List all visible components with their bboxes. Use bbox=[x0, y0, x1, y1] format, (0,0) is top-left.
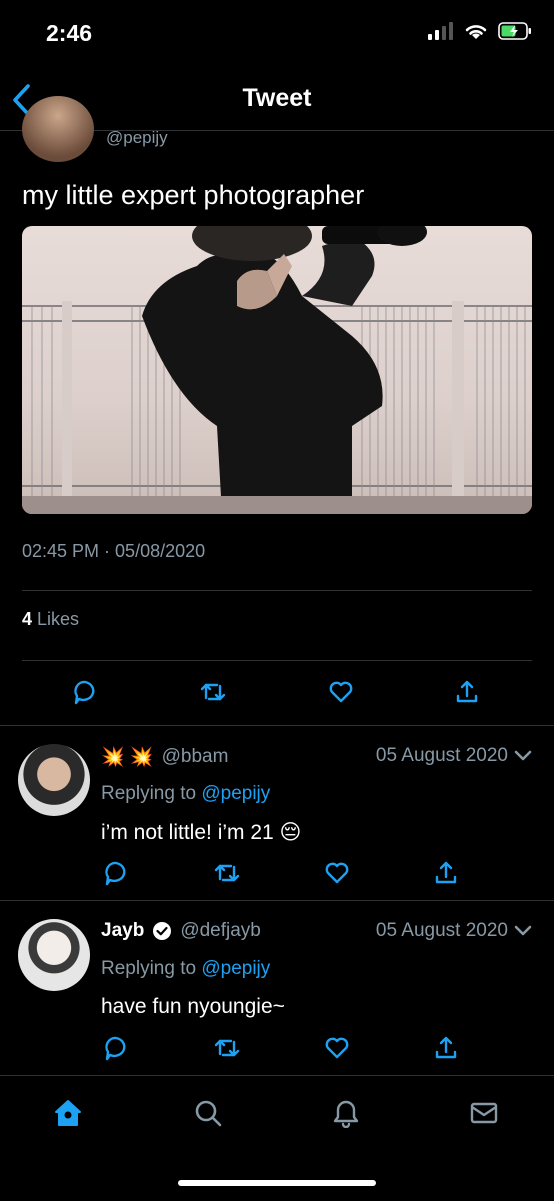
chevron-down-icon[interactable] bbox=[514, 925, 532, 937]
tab-notifications[interactable] bbox=[329, 1096, 363, 1130]
tweet-image[interactable] bbox=[22, 226, 532, 514]
search-icon bbox=[195, 1100, 222, 1127]
reply-item[interactable]: Jayb @defjayb 05 August 2020 Replying to… bbox=[0, 901, 554, 1075]
home-indicator[interactable] bbox=[178, 1180, 376, 1186]
tweet-text: my little expert photographer bbox=[22, 180, 365, 210]
status-time: 2:46 bbox=[46, 20, 93, 46]
replying-to-mention[interactable]: @pepijy bbox=[201, 783, 270, 804]
replying-to-mention[interactable]: @pepijy bbox=[201, 958, 270, 979]
verified-badge-icon bbox=[153, 922, 172, 940]
like-button[interactable] bbox=[324, 1035, 350, 1061]
like-button[interactable] bbox=[324, 860, 350, 886]
replying-to-label: Replying to bbox=[101, 958, 197, 979]
likes-count: 4 bbox=[22, 609, 33, 629]
reply-date-wrap: 05 August 2020 bbox=[376, 745, 532, 767]
like-button[interactable] bbox=[328, 679, 354, 705]
share-icon bbox=[435, 1036, 457, 1059]
retweet-icon bbox=[214, 864, 240, 882]
author-avatar[interactable] bbox=[22, 96, 94, 162]
divider bbox=[22, 590, 532, 591]
reply-button[interactable] bbox=[103, 1035, 129, 1061]
author-handle[interactable]: @pepijy bbox=[106, 128, 168, 148]
tab-messages[interactable] bbox=[467, 1096, 501, 1130]
reply-header: Jayb @defjayb bbox=[101, 920, 261, 942]
heart-icon bbox=[329, 681, 353, 703]
likes-label: Likes bbox=[37, 609, 80, 629]
mail-icon bbox=[470, 1102, 498, 1124]
divider bbox=[22, 660, 532, 661]
share-button[interactable] bbox=[433, 1035, 459, 1061]
retweet-button[interactable] bbox=[200, 679, 226, 705]
reply-icon bbox=[105, 1036, 126, 1061]
share-button[interactable] bbox=[433, 860, 459, 886]
reply-icon bbox=[74, 680, 95, 705]
reply-actions bbox=[0, 858, 554, 888]
likes-summary[interactable]: 4 Likes bbox=[22, 609, 79, 630]
battery-icon bbox=[498, 22, 531, 40]
replying-to-label: Replying to bbox=[101, 783, 197, 804]
avatar[interactable] bbox=[18, 744, 90, 816]
replying-to: Replying to @pepijy bbox=[101, 958, 270, 980]
reply-author-name[interactable]: Jayb bbox=[101, 920, 144, 942]
status-indicators bbox=[428, 22, 532, 40]
chevron-down-icon[interactable] bbox=[514, 750, 532, 762]
reply-actions bbox=[0, 1033, 554, 1063]
retweet-button[interactable] bbox=[214, 860, 240, 886]
reply-author-emoji[interactable]: 💥 💥 bbox=[101, 745, 154, 769]
share-icon bbox=[456, 680, 478, 703]
home-icon bbox=[55, 1100, 81, 1126]
reply-author-handle[interactable]: @defjayb bbox=[180, 920, 261, 942]
wifi-icon bbox=[465, 25, 487, 39]
heart-icon bbox=[325, 1037, 349, 1059]
status-bar: 2:46 bbox=[0, 0, 554, 70]
reply-icon bbox=[105, 861, 126, 886]
reply-date: 05 August 2020 bbox=[375, 920, 508, 941]
retweet-icon bbox=[200, 683, 226, 701]
photo-illustration bbox=[22, 226, 532, 514]
reply-text: i’m not little! i’m 21 😔 bbox=[101, 821, 302, 844]
tweet-actions bbox=[0, 677, 554, 707]
retweet-button[interactable] bbox=[214, 1035, 240, 1061]
reply-header: 💥 💥 @bbam bbox=[101, 745, 228, 769]
share-icon bbox=[435, 861, 457, 884]
reply-item[interactable]: 💥 💥 @bbam 05 August 2020 Replying to @pe… bbox=[0, 726, 554, 900]
tweet-timestamp: 02:45 PM · 05/08/2020 bbox=[22, 541, 206, 561]
reply-text: have fun nyoungie~ bbox=[101, 995, 285, 1018]
share-button[interactable] bbox=[454, 679, 480, 705]
avatar[interactable] bbox=[18, 919, 90, 991]
reply-date-wrap: 05 August 2020 bbox=[376, 920, 532, 942]
reply-author-handle[interactable]: @bbam bbox=[162, 746, 229, 768]
tab-home[interactable] bbox=[51, 1096, 85, 1130]
tab-search[interactable] bbox=[191, 1096, 225, 1130]
retweet-icon bbox=[214, 1039, 240, 1057]
heart-icon bbox=[325, 862, 349, 884]
replying-to: Replying to @pepijy bbox=[101, 783, 270, 805]
bell-icon bbox=[333, 1100, 359, 1128]
signal-icon bbox=[428, 22, 453, 40]
reply-button[interactable] bbox=[72, 679, 98, 705]
reply-date: 05 August 2020 bbox=[375, 745, 508, 766]
reply-button[interactable] bbox=[103, 860, 129, 886]
